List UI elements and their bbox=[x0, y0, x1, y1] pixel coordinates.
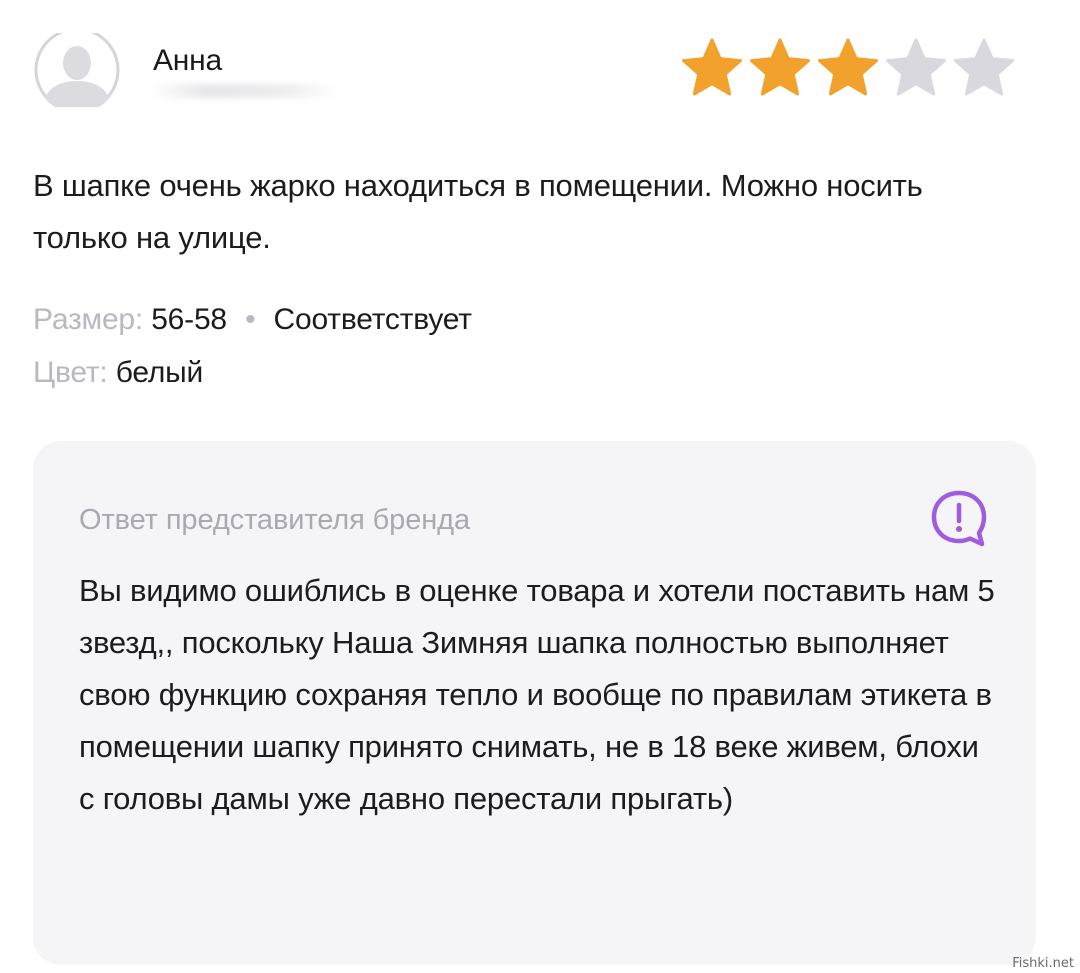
blurred-subtext bbox=[150, 84, 340, 98]
star-empty-icon bbox=[886, 38, 946, 96]
review-page: Анна В шапке очень жарко находиться в по… bbox=[0, 0, 1080, 973]
star-filled-icon bbox=[750, 38, 810, 96]
watermark: Fishki.net bbox=[1012, 956, 1074, 971]
size-value: 56-58 bbox=[151, 303, 227, 336]
star-filled-icon bbox=[682, 38, 742, 96]
star-empty-icon bbox=[954, 38, 1014, 96]
user-avatar-icon bbox=[34, 33, 120, 107]
brand-reply-title: Ответ представителя бренда bbox=[79, 504, 470, 536]
brand-reply-card: Ответ представителя бренда Вы видимо оши… bbox=[33, 441, 1036, 965]
star-filled-icon bbox=[818, 38, 878, 96]
brand-reply-text: Вы видимо ошиблись в оценке товара и хот… bbox=[79, 573, 995, 816]
color-label: Цвет: bbox=[33, 356, 108, 389]
review-text: В шапке очень жарко находиться в помещен… bbox=[33, 168, 923, 255]
size-separator: • bbox=[245, 303, 256, 336]
review-size-row: Размер: 56-58 • Соответствует bbox=[33, 300, 472, 340]
fit-value: Соответствует bbox=[273, 303, 473, 336]
size-label: Размер: bbox=[33, 303, 144, 336]
review-color-row: Цвет: белый bbox=[33, 353, 203, 393]
rating-stars bbox=[680, 36, 1040, 100]
speech-bubble-exclamation-icon[interactable] bbox=[929, 488, 989, 550]
color-value: белый bbox=[115, 356, 204, 389]
review-author: Анна bbox=[153, 44, 223, 77]
